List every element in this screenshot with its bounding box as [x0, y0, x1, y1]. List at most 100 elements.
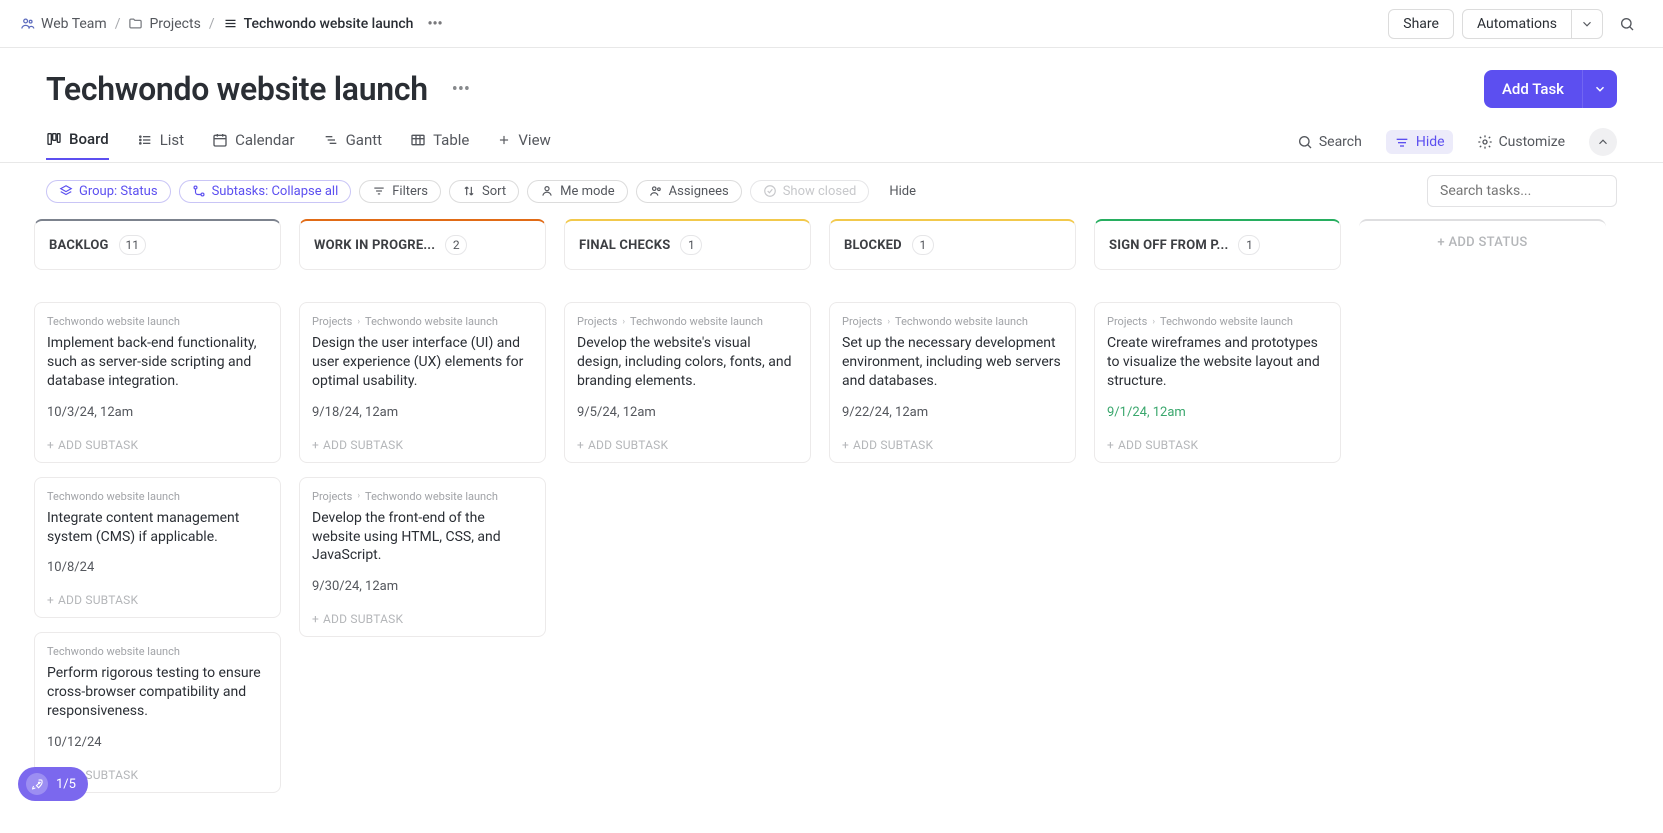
- card-crumb-current: Techwondo website launch: [365, 315, 498, 328]
- card-crumb-current: Techwondo website launch: [1160, 315, 1293, 328]
- gantt-icon: [323, 132, 339, 148]
- tab-gantt[interactable]: Gantt: [323, 130, 382, 160]
- stack-icon: [59, 184, 73, 198]
- breadcrumb-team[interactable]: Web Team: [20, 16, 107, 32]
- card-date: 10/8/24: [47, 560, 268, 575]
- subtask-icon: [192, 184, 206, 198]
- column-name: BACKLOG: [49, 238, 109, 253]
- add-subtask-button[interactable]: +ADD SUBTASK: [312, 612, 533, 626]
- tab-list[interactable]: List: [137, 130, 184, 160]
- collapse-button[interactable]: [1589, 128, 1617, 156]
- chip-sort[interactable]: Sort: [449, 180, 519, 203]
- card-title: Integrate content management system (CMS…: [47, 509, 268, 547]
- automations-dropdown[interactable]: [1572, 9, 1603, 39]
- search-icon: [1619, 16, 1635, 32]
- chip-group-status[interactable]: Group: Status: [46, 180, 171, 203]
- add-subtask-button[interactable]: +ADD SUBTASK: [1107, 438, 1328, 452]
- chip-hide[interactable]: Hide: [877, 181, 928, 202]
- share-button[interactable]: Share: [1388, 9, 1454, 39]
- add-subtask-button[interactable]: +ADD SUBTASK: [842, 438, 1063, 452]
- tab-board[interactable]: Board: [46, 130, 109, 160]
- onboarding-pill[interactable]: 1/5: [18, 767, 88, 801]
- column-header[interactable]: SIGN OFF FROM P...1: [1094, 219, 1341, 270]
- add-subtask-button[interactable]: +ADD SUBTASK: [47, 593, 268, 607]
- card-breadcrumb: Techwondo website launch: [47, 490, 268, 503]
- chip-me-mode[interactable]: Me mode: [527, 180, 628, 203]
- add-subtask-label: ADD SUBTASK: [1118, 438, 1198, 452]
- column: FINAL CHECKS1 Projects›Techwondo website …: [564, 219, 811, 793]
- task-card[interactable]: Projects›Techwondo website launchDesign …: [299, 302, 546, 463]
- calendar-icon: [212, 132, 228, 148]
- card-date: 9/30/24, 12am: [312, 579, 533, 594]
- task-card[interactable]: Projects›Techwondo website launchDevelop…: [564, 302, 811, 463]
- column-cards: Projects›Techwondo website launchSet up …: [829, 302, 1076, 463]
- plus-icon: +: [577, 438, 584, 452]
- column-header[interactable]: BLOCKED1: [829, 219, 1076, 270]
- add-subtask-label: ADD SUBTASK: [58, 593, 138, 607]
- column-count: 1: [912, 235, 934, 255]
- card-crumb-current: Techwondo website launch: [47, 490, 180, 503]
- add-task-button[interactable]: Add Task: [1484, 70, 1582, 108]
- tab-calendar[interactable]: Calendar: [212, 130, 295, 160]
- card-crumb-parent: Projects: [1107, 315, 1147, 328]
- chip-group-status-label: Group: Status: [79, 184, 158, 199]
- tab-table-label: Table: [433, 131, 469, 149]
- chip-assignees[interactable]: Assignees: [636, 180, 742, 203]
- add-subtask-button[interactable]: + ADD SUBTASK: [577, 438, 798, 452]
- task-card[interactable]: Projects›Techwondo website launchCreate …: [1094, 302, 1341, 463]
- add-status-button[interactable]: + ADD STATUS: [1359, 219, 1606, 793]
- plus-icon: +: [47, 438, 54, 452]
- chip-subtasks[interactable]: Subtasks: Collapse all: [179, 180, 352, 203]
- tab-gantt-label: Gantt: [346, 131, 382, 149]
- card-breadcrumb: Techwondo website launch: [47, 645, 268, 658]
- column-header[interactable]: WORK IN PROGRE...2: [299, 219, 546, 270]
- chevron-right-icon: ›: [1152, 317, 1155, 327]
- task-card[interactable]: Projects›Techwondo website launchDevelop…: [299, 477, 546, 638]
- automations-button[interactable]: Automations: [1462, 9, 1572, 39]
- card-crumb-parent: Projects: [312, 490, 352, 503]
- column-name: WORK IN PROGRE...: [314, 238, 435, 253]
- column-count: 1: [680, 235, 702, 255]
- column-header[interactable]: BACKLOG11: [34, 219, 281, 270]
- chip-assignees-label: Assignees: [669, 184, 729, 199]
- column: BACKLOG11Techwondo website launchImpleme…: [34, 219, 281, 793]
- task-card[interactable]: Techwondo website launchImplement back-e…: [34, 302, 281, 463]
- onboarding-count: 1/5: [56, 777, 76, 792]
- view-hide-label: Hide: [1416, 134, 1445, 150]
- breadcrumb-current-label: Techwondo website launch: [244, 16, 414, 32]
- card-title: Implement back-end functionality, such a…: [47, 334, 268, 391]
- check-circle-icon: [763, 184, 777, 198]
- global-search-button[interactable]: [1611, 8, 1643, 40]
- search-tasks-input[interactable]: [1427, 175, 1617, 207]
- chip-filters[interactable]: Filters: [359, 180, 441, 203]
- add-subtask-button[interactable]: +ADD SUBTASK: [312, 438, 533, 452]
- chip-sort-label: Sort: [482, 184, 506, 199]
- page-title-more[interactable]: •••: [444, 75, 478, 104]
- chevron-down-icon: [1580, 17, 1594, 31]
- card-date: 9/22/24, 12am: [842, 405, 1063, 420]
- chip-subtasks-label: Subtasks: Collapse all: [212, 184, 339, 199]
- breadcrumb-projects-label: Projects: [149, 16, 200, 32]
- chip-me-mode-label: Me mode: [560, 184, 615, 199]
- view-search[interactable]: Search: [1289, 130, 1370, 154]
- card-breadcrumb: Projects›Techwondo website launch: [577, 315, 798, 328]
- chip-filters-label: Filters: [392, 184, 428, 199]
- add-subtask-button[interactable]: +ADD SUBTASK: [47, 438, 268, 452]
- view-hide[interactable]: Hide: [1386, 130, 1453, 154]
- view-customize[interactable]: Customize: [1469, 130, 1573, 154]
- add-task-dropdown[interactable]: [1582, 70, 1617, 108]
- task-card[interactable]: Techwondo website launch Integrate conten…: [34, 477, 281, 619]
- column-header[interactable]: FINAL CHECKS1: [564, 219, 811, 270]
- add-subtask-label: ADD SUBTASK: [588, 438, 668, 452]
- tab-table[interactable]: Table: [410, 130, 469, 160]
- tab-add-view[interactable]: View: [497, 130, 550, 160]
- chip-show-closed[interactable]: Show closed: [750, 180, 870, 203]
- task-card[interactable]: Projects›Techwondo website launchSet up …: [829, 302, 1076, 463]
- breadcrumb-projects[interactable]: Projects: [128, 16, 200, 32]
- breadcrumb-current[interactable]: Techwondo website launch: [223, 16, 414, 32]
- list-icon: [223, 16, 238, 31]
- breadcrumb-more[interactable]: •••: [421, 14, 448, 34]
- chevron-right-icon: ›: [357, 317, 360, 327]
- table-icon: [410, 132, 426, 148]
- card-title: Develop the front-end of the website usi…: [312, 509, 533, 566]
